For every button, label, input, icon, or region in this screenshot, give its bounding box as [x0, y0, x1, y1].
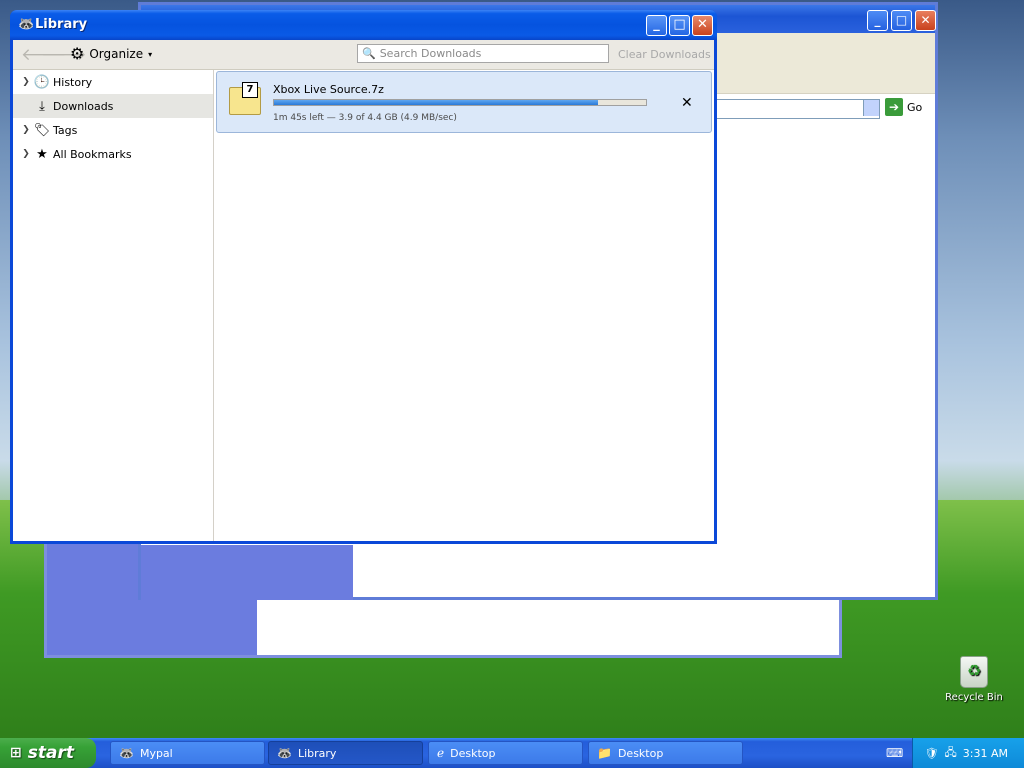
- downloads-list: 7 Xbox Live Source.7z 1m 45s left — 3.9 …: [214, 70, 714, 541]
- network-icon[interactable]: 🖧: [945, 744, 957, 763]
- dropdown-caret-icon: ▾: [148, 49, 153, 59]
- download-progress-fill: [274, 100, 598, 105]
- download-progress-bar: [273, 99, 647, 106]
- download-filename: Xbox Live Source.7z: [273, 83, 384, 96]
- taskbar-button-desktop-folder[interactable]: 📁 Desktop: [588, 741, 743, 765]
- windows-flag-icon: ⊞: [10, 745, 22, 761]
- start-button[interactable]: ⊞ start: [0, 738, 96, 768]
- close-button[interactable]: ✕: [692, 15, 713, 36]
- sidebar-item-tags[interactable]: ❯ 🏷 Tags: [13, 118, 213, 142]
- taskbar-button-desktop-ie[interactable]: ℯ Desktop: [428, 741, 583, 765]
- start-label: start: [27, 743, 74, 763]
- taskbar-button-mypal[interactable]: 🦝 Mypal: [110, 741, 265, 765]
- sidebar-item-downloads[interactable]: ⤓ Downloads: [13, 94, 213, 118]
- mypal-icon: 🦝: [119, 746, 134, 760]
- recycle-bin-icon: ♻: [960, 656, 988, 688]
- sidebar-item-history[interactable]: ❯ 🕒 History: [13, 70, 213, 94]
- taskbar-button-label: Library: [297, 746, 337, 760]
- library-sidebar: ❯ 🕒 History ⤓ Downloads ❯ 🏷 Tags ❯ ★ All…: [13, 70, 214, 541]
- 7z-badge-icon: 7: [242, 82, 258, 98]
- sidebar-item-label: History: [53, 75, 93, 89]
- taskbar: ⊞ start 🦝 Mypal 🦝 Library ℯ Desktop 📁 De…: [0, 738, 1024, 768]
- background-left-pane: [141, 545, 353, 600]
- search-icon: 🔍: [362, 47, 376, 60]
- taskbar-button-library[interactable]: 🦝 Library: [268, 741, 423, 765]
- keyboard-icon[interactable]: ⌨: [886, 746, 903, 760]
- cancel-download-button[interactable]: ✕: [681, 95, 693, 111]
- library-toolbar: 🡐 🡒 ⚙ Organize ▾ 🔍 Clear Downloads: [13, 40, 714, 70]
- download-item[interactable]: 7 Xbox Live Source.7z 1m 45s left — 3.9 …: [216, 71, 712, 133]
- ie-icon: ℯ: [437, 746, 445, 760]
- expand-arrow-icon[interactable]: ❯: [19, 77, 33, 87]
- recycle-bin-label: Recycle Bin: [945, 692, 1003, 703]
- clock[interactable]: 3:31 AM: [963, 747, 1008, 760]
- mypal-icon: 🦝: [18, 17, 35, 32]
- star-icon: ★: [36, 146, 48, 162]
- minimize-button[interactable]: _: [646, 15, 667, 36]
- maximize-button[interactable]: □: [891, 10, 912, 31]
- clock-icon: 🕒: [33, 74, 51, 90]
- go-arrow-icon: ➔: [885, 98, 903, 116]
- search-input[interactable]: [379, 47, 600, 60]
- taskbar-button-label: Desktop: [450, 746, 496, 760]
- address-bar[interactable]: [716, 99, 880, 119]
- download-arrow-icon: ⤓: [39, 98, 45, 114]
- clear-downloads-button[interactable]: Clear Downloads: [618, 48, 711, 61]
- system-tray: 🛡 🖧 3:31 AM: [912, 738, 1024, 768]
- gear-icon: ⚙: [70, 44, 85, 63]
- minimize-button[interactable]: _: [867, 10, 888, 31]
- library-titlebar[interactable]: 🦝 Library _ □ ✕: [10, 10, 717, 40]
- organize-label: Organize: [89, 47, 144, 61]
- security-shield-icon[interactable]: 🛡: [925, 747, 939, 760]
- go-button[interactable]: ➔ Go: [885, 98, 922, 116]
- expand-arrow-icon[interactable]: ❯: [19, 149, 33, 159]
- search-box[interactable]: 🔍: [357, 44, 609, 63]
- maximize-button[interactable]: □: [669, 15, 690, 36]
- organize-button[interactable]: ⚙ Organize ▾: [70, 46, 152, 62]
- taskbar-button-label: Mypal: [139, 746, 173, 760]
- recycle-bin[interactable]: ♻ Recycle Bin: [944, 656, 1004, 703]
- tag-icon: 🏷: [33, 122, 51, 138]
- 7z-archive-icon: 7: [229, 82, 261, 115]
- mypal-icon: 🦝: [277, 746, 292, 760]
- close-button[interactable]: ✕: [915, 10, 936, 31]
- sidebar-item-all-bookmarks[interactable]: ❯ ★ All Bookmarks: [13, 142, 213, 166]
- library-body: 🡐 🡒 ⚙ Organize ▾ 🔍 Clear Downloads ❯ 🕒 H…: [13, 40, 714, 541]
- window-title: Library: [35, 17, 88, 32]
- library-window: 🦝 Library _ □ ✕ 🡐 🡒 ⚙ Organize ▾ 🔍 Clear…: [10, 10, 717, 544]
- folder-icon: 📁: [597, 746, 612, 760]
- download-status: 1m 45s left — 3.9 of 4.4 GB (4.9 MB/sec): [273, 113, 457, 123]
- taskbar-button-label: Desktop: [617, 746, 664, 760]
- sidebar-item-label: All Bookmarks: [53, 147, 132, 161]
- sidebar-item-label: Downloads: [53, 99, 114, 113]
- go-label: Go: [907, 100, 923, 114]
- expand-arrow-icon[interactable]: ❯: [19, 125, 33, 135]
- sidebar-item-label: Tags: [53, 123, 78, 137]
- address-dropdown-button[interactable]: [863, 100, 879, 116]
